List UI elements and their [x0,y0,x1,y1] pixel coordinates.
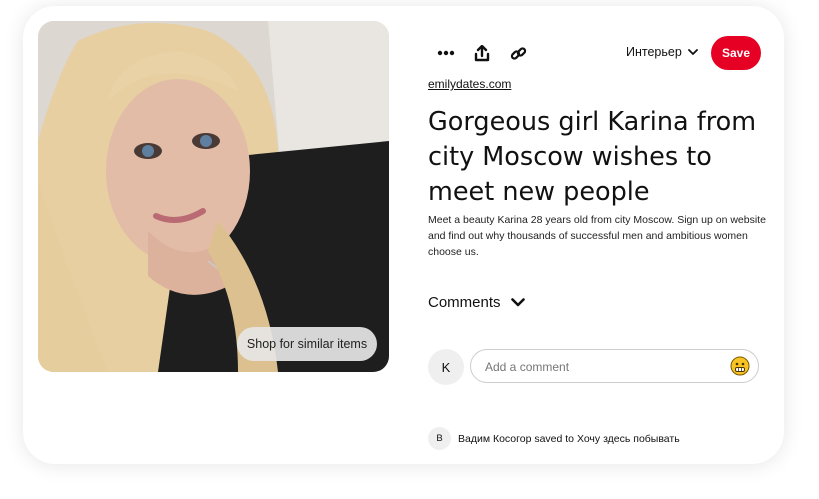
copy-link-button[interactable] [505,40,531,66]
saved-activity: В Вадим Косогор saved to Хочу здесь побы… [428,427,680,450]
user-avatar[interactable]: K [428,349,464,385]
chevron-down-icon [687,48,698,55]
comment-box [470,349,759,384]
source-link[interactable]: emilydates.com [428,77,511,91]
share-icon [474,44,490,61]
pin-photo [38,21,389,372]
more-options-button[interactable] [433,40,459,66]
emoji-icon[interactable] [730,356,750,376]
shop-similar-button[interactable]: Shop for similar items [237,327,377,361]
chevron-down-icon [510,297,525,306]
share-button[interactable] [469,40,495,66]
saved-activity-text: Вадим Косогор saved to Хочу здесь побыва… [458,432,680,445]
board-name: Интерьер [626,45,682,59]
comments-heading: Comments [428,294,501,311]
save-button[interactable]: Save [711,36,761,70]
link-icon [510,46,526,60]
more-icon [437,50,455,56]
pin-description: Meet a beauty Karina 28 years old from c… [428,214,766,258]
saver-avatar[interactable]: В [428,427,451,450]
pin-title: Gorgeous girl Karina from city Moscow wi… [428,107,757,207]
comment-input[interactable] [483,350,727,384]
pin-image[interactable]: Shop for similar items [38,21,389,372]
comments-toggle[interactable]: Comments [428,294,525,311]
board-selector[interactable]: Интерьер [626,45,698,59]
